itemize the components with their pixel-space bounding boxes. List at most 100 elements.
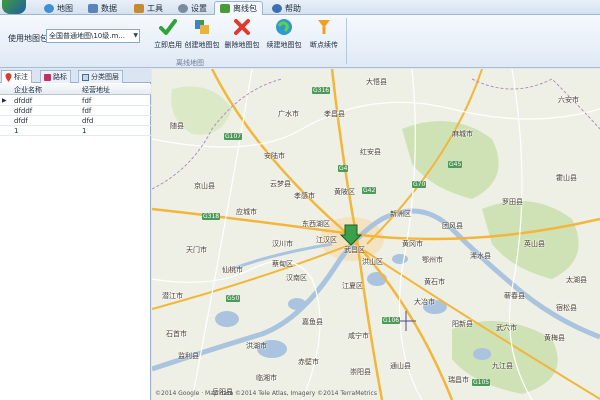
place-label: 孝昌县: [324, 110, 345, 118]
place-label: 赤壁市: [298, 358, 319, 366]
place-label: 新洲区: [390, 210, 411, 218]
map-select-value: 全国普通地图\10级.m...: [49, 32, 125, 40]
place-label: 太湖县: [566, 276, 587, 284]
table-row[interactable]: dfddf fdf: [0, 106, 151, 116]
place-label: 京山县: [194, 182, 215, 190]
chevron-down-icon[interactable]: ▼: [133, 30, 138, 42]
table-row[interactable]: 1 1: [0, 126, 151, 136]
create-package-button[interactable]: 创建地图包: [180, 17, 224, 55]
place-label: 安陆市: [264, 152, 285, 160]
menu-bar: 地图 数据 工具 设置 离线包 帮助: [0, 0, 600, 15]
column-header-address[interactable]: 经营地址: [82, 85, 110, 95]
place-label: 宿松县: [556, 304, 577, 312]
package-icon: [220, 4, 230, 13]
button-label: 删除地图包: [224, 41, 260, 49]
panel-tab-label: 路标: [53, 73, 67, 81]
place-label: 瑞昌市: [448, 376, 469, 384]
cell-company[interactable]: dfddf: [14, 107, 32, 115]
place-label: 监利县: [178, 352, 199, 360]
continue-build-icon: [276, 19, 292, 35]
tab-label: 数据: [101, 4, 117, 13]
tab-label: 设置: [191, 4, 207, 13]
place-label: 通山县: [390, 362, 411, 370]
button-label: 断点续传: [310, 41, 338, 49]
cell-address[interactable]: 1: [82, 127, 86, 135]
road-shield: G106: [382, 317, 401, 324]
delete-icon: [234, 19, 250, 35]
road-shield: G318: [202, 213, 221, 220]
grid-header: 企业名称 经营地址: [0, 84, 151, 95]
ribbon: 使用地图包: 全国普通地图\10级.m... ▼ 立即启用 创建地图包 删除地图…: [0, 15, 600, 68]
ribbon-group-separator: [346, 18, 347, 64]
delete-package-button[interactable]: 删除地图包: [220, 17, 264, 55]
place-label: 六安市: [558, 96, 579, 104]
place-label: 黄石市: [424, 278, 445, 286]
pin-icon: [5, 72, 12, 82]
road-shield: G107: [224, 133, 243, 140]
place-label: 洪湖市: [246, 342, 267, 350]
panel-tab-signpost[interactable]: 路标: [40, 70, 71, 83]
place-label: 武穴市: [496, 324, 517, 332]
road-shield: G316: [312, 87, 331, 94]
road-shield: G45: [448, 161, 463, 168]
table-row[interactable]: ▶ dfddf fdf: [0, 96, 151, 106]
panel-tab-annotation[interactable]: 标注: [1, 70, 32, 83]
tab-label: 帮助: [285, 4, 301, 13]
place-label: 大悟县: [366, 78, 387, 86]
continue-build-button[interactable]: 续建地图包: [262, 17, 306, 55]
column-header-company[interactable]: 企业名称: [14, 85, 42, 95]
tab-data[interactable]: 数据: [82, 1, 123, 15]
road-shield: G70: [412, 181, 427, 188]
tab-tools[interactable]: 工具: [128, 1, 169, 15]
button-label: 续建地图包: [266, 41, 302, 49]
panel-tabs: 标注 路标 分类图层: [0, 69, 151, 83]
map-package-select[interactable]: 全国普通地图\10级.m... ▼: [46, 29, 140, 43]
cell-address[interactable]: fdf: [82, 97, 91, 105]
table-row[interactable]: dfdf dfd: [0, 116, 151, 126]
place-label: 临湘市: [256, 374, 277, 382]
place-label: 浠水县: [470, 252, 491, 260]
place-label: 应城市: [236, 208, 257, 216]
place-label: 九江县: [492, 362, 513, 370]
road-shield: G50: [226, 295, 241, 302]
cell-address[interactable]: fdf: [82, 107, 91, 115]
place-label: 蕲春县: [504, 292, 525, 300]
app-logo[interactable]: [2, 0, 26, 14]
place-label: 团风县: [442, 222, 463, 230]
place-label: 嘉鱼县: [302, 318, 323, 326]
cell-company[interactable]: 1: [14, 127, 18, 135]
check-icon: [159, 19, 177, 35]
place-label: 蔡甸区: [272, 260, 293, 268]
tab-help[interactable]: 帮助: [266, 1, 307, 15]
panel-tab-layers[interactable]: 分类图层: [78, 70, 123, 83]
place-label: 咸宁市: [348, 332, 369, 340]
place-label: 鄂州市: [422, 256, 443, 264]
place-label: 黄陂区: [334, 188, 355, 196]
place-label: 孝感市: [294, 192, 315, 200]
map-canvas[interactable]: [152, 69, 600, 400]
place-label: 云梦县: [270, 180, 291, 188]
row-indicator-icon: ▶: [2, 97, 7, 104]
cell-address[interactable]: dfd: [82, 117, 93, 125]
place-label: 黄冈市: [402, 240, 423, 248]
resume-download-button[interactable]: 断点续传: [302, 17, 346, 55]
resume-download-icon: [318, 20, 330, 34]
tab-settings[interactable]: 设置: [172, 1, 213, 15]
place-label: 汉南区: [286, 274, 307, 282]
cell-company[interactable]: dfdf: [14, 117, 28, 125]
place-label: 石首市: [166, 330, 187, 338]
panel-tab-label: 分类图层: [91, 73, 119, 81]
cell-company[interactable]: dfddf: [14, 97, 32, 105]
place-label: 大冶市: [414, 298, 435, 306]
place-label: 广水市: [278, 110, 299, 118]
road-shield: G105: [472, 379, 491, 386]
place-label: 崇阳县: [350, 368, 371, 376]
map-view[interactable]: 大悟县 孝昌县 广水市 安陆市 红安县 麻城市 应城市 云梦县 孝感市 黄陂区 …: [152, 69, 600, 400]
place-label: 黄梅县: [544, 334, 565, 342]
tab-offline-package[interactable]: 离线包: [214, 1, 263, 15]
create-package-icon: [195, 20, 209, 34]
map-select-label: 使用地图包:: [8, 34, 51, 43]
left-panel: 标注 路标 分类图层 企业名称 经营地址 ▶ dfddf fdf dfddf f…: [0, 69, 151, 400]
globe-icon: [44, 4, 54, 13]
tab-map[interactable]: 地图: [38, 1, 79, 15]
